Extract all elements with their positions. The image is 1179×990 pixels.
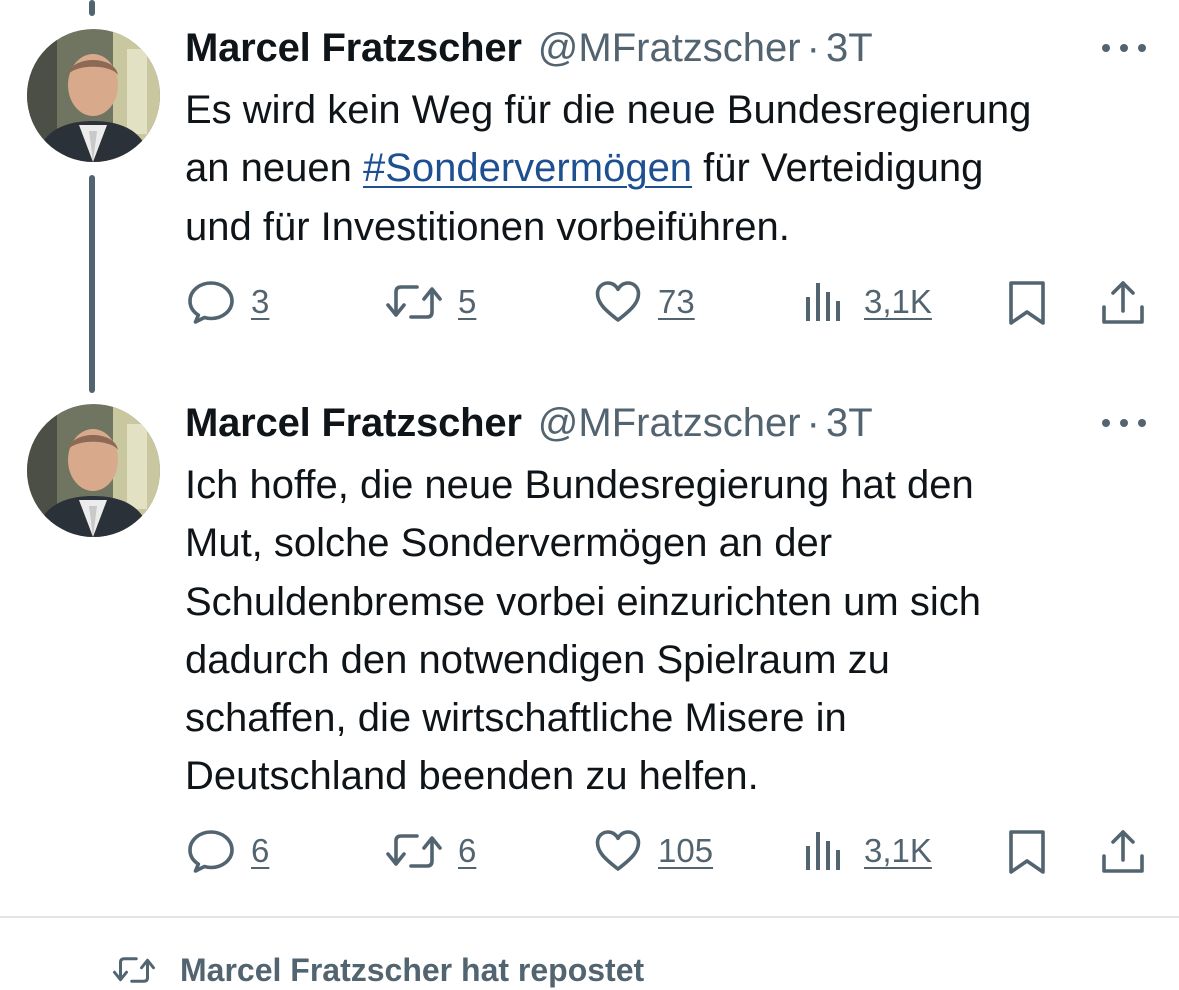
- hashtag-link[interactable]: #Sondervermögen: [363, 146, 692, 190]
- views-count[interactable]: 3,1K: [864, 283, 932, 321]
- tweet-text: Es wird kein Weg für die neue Bundesregi…: [185, 81, 1145, 256]
- tweet-text-line: schaffen, die wirtschaftliche Misere in: [185, 696, 847, 741]
- views-icon: [806, 832, 840, 870]
- reply-icon: [188, 830, 234, 873]
- reply-icon: [188, 281, 234, 324]
- like-button[interactable]: 105: [594, 827, 713, 875]
- bookmark-icon[interactable]: [1004, 279, 1050, 327]
- tweet-text-line: Schuldenbremse vorbei einzurichten um si…: [185, 579, 981, 624]
- repost-count[interactable]: 6: [458, 832, 476, 870]
- separator-dot: ·: [806, 400, 820, 445]
- tweet-text: Ich hoffe, die neue Bundesregierung hat …: [185, 456, 1145, 806]
- tweet-timestamp[interactable]: 3T: [826, 26, 873, 71]
- tweet-text-line: Es wird kein Weg für die neue Bundesregi…: [185, 88, 1032, 132]
- share-icon[interactable]: [1100, 279, 1146, 327]
- tweet-text-line: an neuen #Sondervermögen für Verteidigun…: [185, 146, 984, 191]
- tweet-text-line: Ich hoffe, die neue Bundesregierung hat …: [185, 463, 974, 507]
- repost-count[interactable]: 5: [458, 283, 476, 321]
- repost-button[interactable]: 6: [386, 827, 476, 875]
- reply-count[interactable]: 6: [251, 832, 269, 870]
- tweet-text-line: Deutschland beenden zu helfen.: [185, 754, 759, 799]
- views-count[interactable]: 3,1K: [864, 832, 932, 870]
- thread-line-top: [89, 0, 95, 16]
- tweet-divider: [0, 916, 1179, 918]
- retweet-icon: [386, 285, 442, 319]
- author-handle[interactable]: @MFratzscher: [538, 26, 801, 71]
- retweet-icon: [113, 957, 155, 983]
- views-button[interactable]: 3,1K: [800, 827, 932, 875]
- heart-icon: [595, 281, 641, 322]
- tweet-text-line: dadurch den notwendigen Spielraum zu: [185, 637, 890, 682]
- like-count[interactable]: 73: [658, 283, 695, 321]
- views-icon: [806, 283, 840, 321]
- author-handle[interactable]: @MFratzscher: [538, 401, 801, 446]
- avatar[interactable]: [27, 29, 160, 162]
- reply-button[interactable]: 6: [187, 827, 269, 875]
- more-icon[interactable]: [1102, 38, 1146, 58]
- retweet-icon: [386, 834, 442, 868]
- tweet-header: Marcel Fratzscher @MFratzscher · 3T: [185, 24, 873, 72]
- share-icon[interactable]: [1100, 828, 1146, 876]
- tweet-header: Marcel Fratzscher @MFratzscher · 3T: [185, 399, 873, 447]
- tweet-text-line: und für Investitionen vorbeiführen.: [185, 204, 790, 249]
- heart-icon: [595, 830, 641, 871]
- bookmark-icon[interactable]: [1004, 828, 1050, 876]
- tweet-timestamp[interactable]: 3T: [826, 401, 873, 446]
- repost-button[interactable]: 5: [386, 278, 476, 326]
- views-button[interactable]: 3,1K: [800, 278, 932, 326]
- like-count[interactable]: 105: [658, 832, 713, 870]
- like-button[interactable]: 73: [594, 278, 695, 326]
- reply-count[interactable]: 3: [251, 283, 269, 321]
- repost-context-line[interactable]: Marcel Fratzscher hat repostet: [112, 950, 644, 990]
- tweet-text-line: Mut, solche Sondervermögen an der: [185, 521, 833, 566]
- author-name[interactable]: Marcel Fratzscher: [185, 26, 522, 71]
- reply-button[interactable]: 3: [187, 278, 269, 326]
- thread-line-connector: [89, 175, 95, 393]
- avatar[interactable]: [27, 404, 160, 537]
- repost-context-text[interactable]: Marcel Fratzscher hat repostet: [180, 952, 644, 989]
- author-name[interactable]: Marcel Fratzscher: [185, 401, 522, 446]
- separator-dot: ·: [806, 25, 820, 70]
- more-icon[interactable]: [1102, 413, 1146, 433]
